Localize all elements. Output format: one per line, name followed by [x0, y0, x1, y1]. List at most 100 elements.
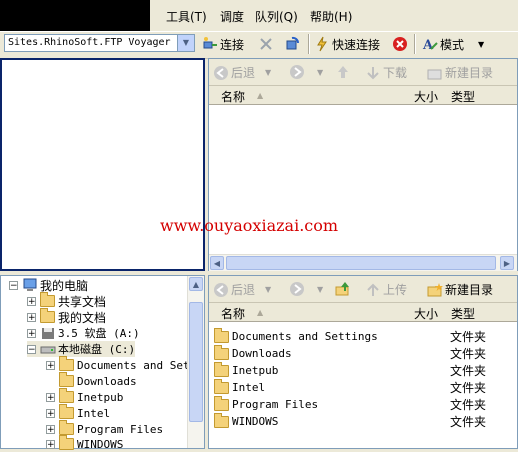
- file-type: 文件夹: [450, 381, 487, 395]
- collapse-icon[interactable]: −: [9, 280, 18, 290]
- chevron-down-icon[interactable]: ▼: [478, 40, 484, 49]
- folder-icon: [59, 435, 74, 450]
- folder-icon: [214, 327, 229, 343]
- expand-icon[interactable]: +: [46, 424, 55, 434]
- tree-item-child[interactable]: + Inetpub: [46, 388, 123, 405]
- quick-connect-button[interactable]: 快速连接: [314, 35, 380, 53]
- local-up-button[interactable]: [335, 281, 353, 297]
- table-row[interactable]: Program Files 文件夹: [214, 395, 514, 413]
- connect-label: 连接: [220, 37, 245, 52]
- tree-item-child[interactable]: + WINDOWS: [46, 435, 123, 452]
- remote-col-name[interactable]: 名称: [221, 88, 245, 105]
- folder-icon: [214, 412, 229, 428]
- folder-icon: [59, 404, 74, 419]
- remote-col-type[interactable]: 类型: [451, 88, 475, 105]
- folder-icon: [40, 308, 55, 323]
- remote-up-button[interactable]: [335, 64, 353, 80]
- local-new-folder-button[interactable]: 新建目录: [427, 281, 493, 298]
- stop-button[interactable]: [392, 35, 410, 53]
- remote-back-button[interactable]: 后退 ▼: [213, 64, 271, 81]
- remote-col-size[interactable]: 大小: [414, 88, 438, 105]
- sort-asc-icon: ▲: [257, 91, 264, 100]
- menu-schedule[interactable]: 调度: [220, 8, 244, 25]
- file-type: 文件夹: [450, 398, 487, 412]
- watermark: www.ouyaoxiazai.com: [160, 216, 339, 235]
- new-folder-icon: [427, 282, 443, 296]
- menu-queue[interactable]: 队列(Q): [255, 8, 298, 25]
- connect-button[interactable]: 连接: [202, 35, 244, 53]
- chevron-down-icon[interactable]: ▼: [317, 68, 323, 77]
- scroll-left-icon[interactable]: ◀: [210, 256, 224, 270]
- tree-item-shared-docs[interactable]: + 共享文档: [27, 292, 107, 309]
- disconnect-icon: [260, 38, 272, 50]
- file-name: WINDOWS: [232, 415, 279, 428]
- local-col-size[interactable]: 大小: [414, 305, 438, 322]
- download-label: 下载: [383, 66, 408, 80]
- tree-item-child[interactable]: Downloads: [46, 372, 137, 389]
- local-forward-button[interactable]: ▼: [289, 281, 323, 297]
- chevron-down-icon[interactable]: ▼: [265, 68, 271, 77]
- expand-icon[interactable]: +: [46, 408, 55, 418]
- tree-item-child[interactable]: + Documents and Set: [46, 356, 190, 373]
- tree-item-floppy[interactable]: + 3.5 软盘 (A:): [27, 325, 140, 341]
- scroll-right-icon[interactable]: ▶: [500, 256, 514, 270]
- table-row[interactable]: Inetpub 文件夹: [214, 361, 514, 379]
- folder-icon: [214, 344, 229, 360]
- remote-hscrollbar[interactable]: ◀ ▶: [209, 254, 517, 271]
- remote-hscroll-thumb[interactable]: [226, 256, 496, 270]
- tree-vscroll-thumb[interactable]: [189, 302, 203, 422]
- disconnect-button[interactable]: [258, 35, 276, 53]
- folder-icon: [59, 388, 74, 403]
- remote-toolbar: 后退 ▼ ▼ 下载 新建目录: [209, 59, 517, 86]
- table-row[interactable]: Intel 文件夹: [214, 378, 514, 396]
- computer-icon: [23, 278, 37, 291]
- local-col-name[interactable]: 名称: [221, 305, 245, 322]
- table-row[interactable]: Documents and Settings 文件夹: [214, 327, 514, 345]
- collapse-icon[interactable]: −: [27, 344, 36, 354]
- tree-item-local-disk[interactable]: − 本地磁盘 (C:): [27, 341, 136, 357]
- expand-icon[interactable]: +: [27, 312, 36, 322]
- chevron-down-icon[interactable]: ▼: [265, 285, 271, 294]
- folder-icon: [214, 378, 229, 394]
- expand-icon[interactable]: +: [46, 360, 55, 370]
- upload-button[interactable]: 上传: [365, 281, 407, 298]
- chevron-down-icon[interactable]: ▼: [177, 35, 194, 51]
- menu-help[interactable]: 帮助(H): [310, 8, 352, 25]
- tree-item-my-computer[interactable]: − 我的电脑: [9, 277, 88, 293]
- mode-icon: A: [422, 38, 438, 52]
- local-back-button[interactable]: 后退 ▼: [213, 281, 271, 298]
- tree-vscrollbar[interactable]: ▲: [187, 276, 204, 448]
- expand-icon[interactable]: +: [46, 439, 55, 449]
- local-col-type[interactable]: 类型: [451, 305, 475, 322]
- download-button[interactable]: 下载: [365, 64, 407, 81]
- mode-label: 模式: [440, 37, 465, 52]
- quick-connect-label: 快速连接: [332, 37, 381, 52]
- expand-icon[interactable]: +: [27, 296, 36, 306]
- mode-button[interactable]: A 模式 ▼: [422, 35, 484, 53]
- table-row[interactable]: Downloads 文件夹: [214, 344, 514, 362]
- tree-item-label: 共享文档: [58, 294, 107, 309]
- back-arrow-icon: [214, 282, 228, 297]
- remote-column-header: 名称 ▲ 大小 类型: [209, 86, 517, 105]
- site-select[interactable]: Sites.RhinoSoft.FTP Voyager ▼: [4, 34, 195, 52]
- forward-arrow-icon: [290, 65, 304, 79]
- remote-forward-button[interactable]: ▼: [289, 64, 323, 80]
- floppy-icon: [42, 328, 54, 339]
- expand-icon[interactable]: +: [46, 392, 55, 402]
- expand-icon[interactable]: +: [27, 328, 36, 338]
- reconnect-button[interactable]: [284, 35, 302, 53]
- chevron-down-icon[interactable]: ▼: [317, 285, 323, 294]
- file-name: Downloads: [232, 347, 292, 360]
- tree-item-child[interactable]: + Intel: [46, 404, 110, 421]
- remote-new-folder-label: 新建目录: [445, 66, 494, 80]
- table-row[interactable]: WINDOWS 文件夹: [214, 412, 514, 430]
- site-list-pane[interactable]: [0, 58, 205, 271]
- tree-item-my-docs[interactable]: + 我的文档: [27, 308, 106, 325]
- local-new-folder-label: 新建目录: [445, 283, 494, 297]
- menu-tools[interactable]: 工具(T): [166, 8, 207, 25]
- back-arrow-icon: [214, 65, 228, 80]
- file-type: 文件夹: [450, 330, 487, 344]
- remote-new-folder-button[interactable]: 新建目录: [427, 64, 493, 81]
- toolbar-separator: [414, 34, 416, 54]
- scroll-up-icon[interactable]: ▲: [189, 277, 203, 291]
